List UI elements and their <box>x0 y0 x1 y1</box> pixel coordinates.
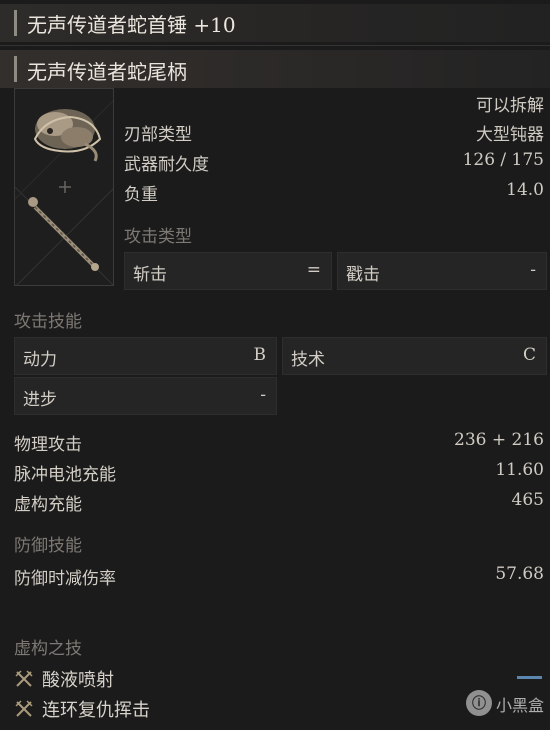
crossed-swords-icon <box>15 700 33 717</box>
defense-skill-header: 防御技能 <box>14 536 82 556</box>
fable-art-name: 连环复仇挥击 <box>42 700 150 721</box>
attack-skill-header: 攻击技能 <box>14 312 82 332</box>
xiaoheihe-watermark: ⓘ 小黑盒 <box>464 688 548 720</box>
slash-label: 斩击 <box>133 265 167 285</box>
snake-tail-handle-icon <box>28 197 99 271</box>
dismantle-status: 可以拆解 <box>476 96 544 116</box>
technique-cell: 技术 C <box>282 337 547 375</box>
attack-type-header: 攻击类型 <box>124 227 192 247</box>
slash-attack-cell: 斩击 = <box>124 252 332 290</box>
thrust-value: - <box>530 260 536 280</box>
fable-art-gauge <box>517 676 542 679</box>
handle-accent-bar <box>14 56 17 82</box>
fable-art-name: 酸液喷射 <box>42 670 114 691</box>
physical-attack-label: 物理攻击 <box>14 435 82 455</box>
divider <box>0 45 550 46</box>
weight-label: 负重 <box>124 185 158 205</box>
pulse-cell-label: 脉冲电池充能 <box>14 465 116 485</box>
motivity-label: 动力 <box>23 350 57 370</box>
fable-charge-value: 465 <box>511 490 544 510</box>
advance-label: 进步 <box>23 390 57 410</box>
handle-title-bar: 无声传道者蛇尾柄 <box>0 50 550 88</box>
slash-value: = <box>306 260 321 280</box>
advance-cell: 进步 - <box>14 377 277 415</box>
blade-type-value: 大型钝器 <box>476 125 544 145</box>
title-accent-bar <box>14 10 17 36</box>
durability-value: 126 / 175 <box>462 150 544 170</box>
advance-grade: - <box>260 385 266 405</box>
motivity-cell: 动力 B <box>14 337 277 375</box>
durability-label: 武器耐久度 <box>124 155 209 175</box>
technique-label: 技术 <box>291 350 325 370</box>
watermark-text: 小黑盒 <box>496 696 545 715</box>
guard-damage-reduction-value: 57.68 <box>495 564 544 584</box>
xiaoheihe-logo-icon: ⓘ <box>466 690 492 716</box>
handle-title: 无声传道者蛇尾柄 <box>27 60 187 84</box>
crossed-swords-icon <box>15 670 33 687</box>
weapon-title: 无声传道者蛇首锤 +10 <box>27 13 236 37</box>
fable-arts-header: 虚构之技 <box>14 639 82 659</box>
pulse-cell-value: 11.60 <box>495 460 544 480</box>
physical-attack-value: 236 + 216 <box>454 430 544 450</box>
fable-charge-label: 虚构充能 <box>14 495 82 515</box>
technique-grade: C <box>522 345 536 365</box>
weight-value: 14.0 <box>506 180 544 200</box>
thrust-attack-cell: 戳击 - <box>337 252 547 290</box>
guard-damage-reduction-label: 防御时减伤率 <box>14 569 116 589</box>
snake-head-icon <box>33 109 102 162</box>
motivity-grade: B <box>253 345 267 365</box>
weapon-image <box>14 88 114 286</box>
blade-type-label: 刃部类型 <box>124 125 192 145</box>
thrust-label: 戳击 <box>346 265 380 285</box>
weapon-title-bar: 无声传道者蛇首锤 +10 <box>0 4 550 42</box>
